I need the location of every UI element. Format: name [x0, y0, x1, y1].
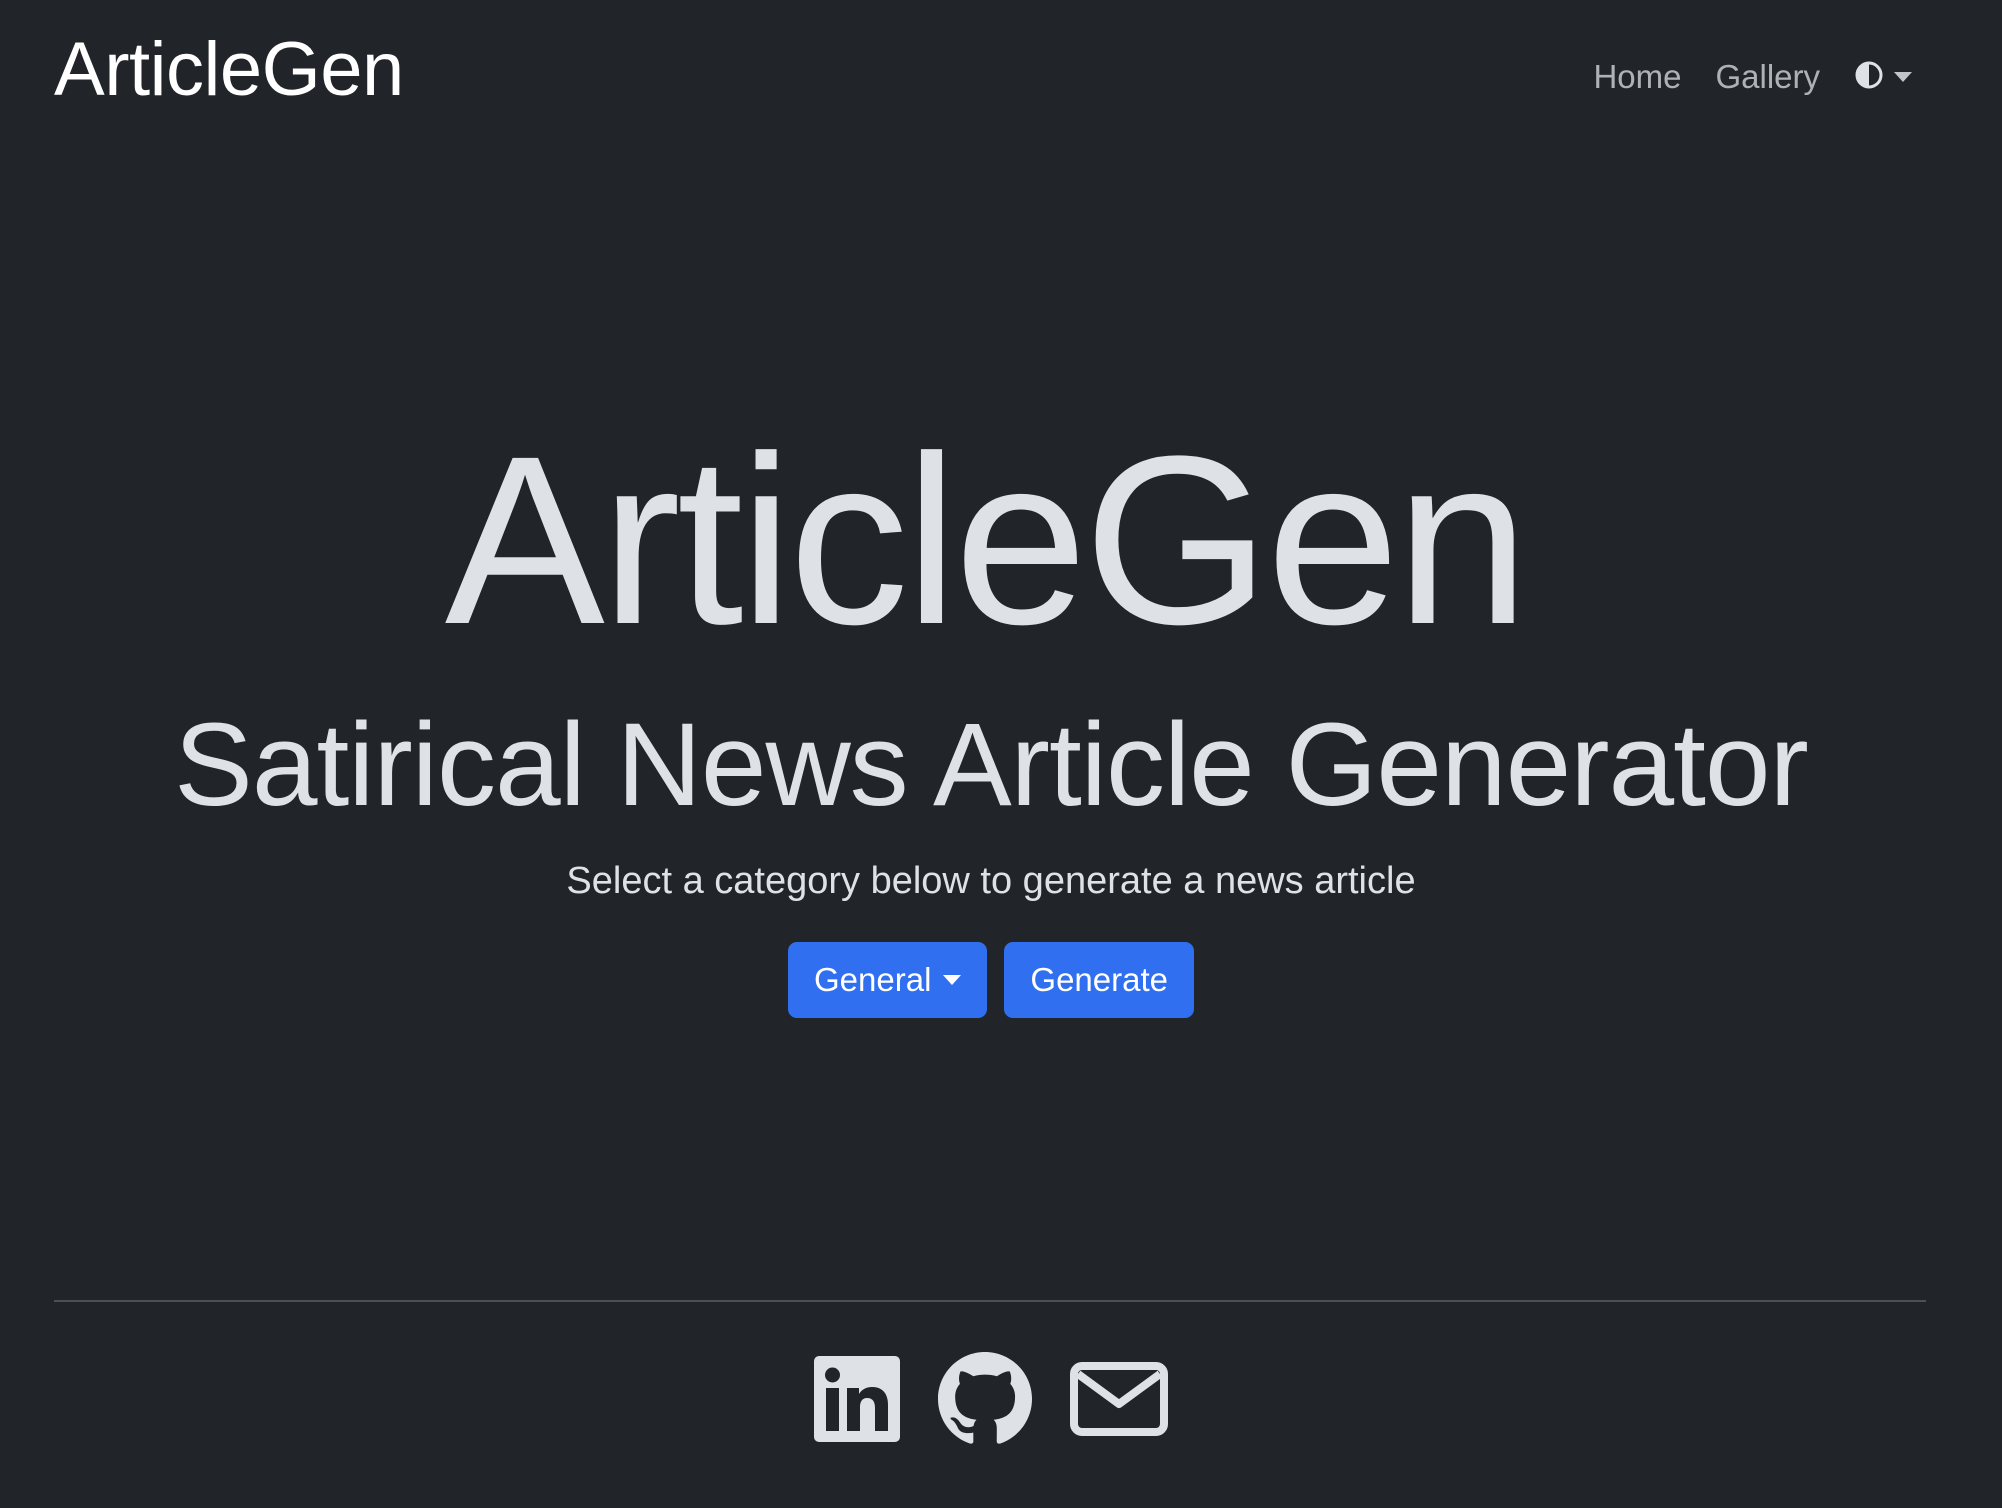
- category-dropdown-label: General: [814, 961, 932, 998]
- hero-title: ArticleGen: [444, 406, 1529, 674]
- generate-button-label: Generate: [1030, 961, 1168, 998]
- theme-toggle-dropdown[interactable]: [1854, 50, 1912, 104]
- generate-button[interactable]: Generate: [1004, 942, 1194, 1018]
- nav-link-gallery[interactable]: Gallery: [1715, 50, 1820, 104]
- envelope-icon[interactable]: [1070, 1362, 1168, 1441]
- hero-lead: Select a category below to generate a ne…: [566, 860, 1416, 902]
- category-dropdown-button[interactable]: General: [788, 942, 988, 1018]
- contrast-icon: [1854, 60, 1884, 95]
- navbar-brand[interactable]: ArticleGen: [54, 24, 404, 116]
- linkedin-icon[interactable]: [814, 1356, 900, 1447]
- github-icon[interactable]: [938, 1352, 1032, 1451]
- navbar: ArticleGen Home Gallery: [0, 0, 2002, 150]
- footer-divider: [54, 1300, 1926, 1302]
- footer-social-links: [0, 1352, 1982, 1451]
- nav-link-home[interactable]: Home: [1593, 50, 1681, 104]
- actions-group: General Generate: [0, 942, 1982, 1018]
- chevron-down-icon: [943, 975, 962, 985]
- hero-subtitle: Satirical News Article Generator: [174, 699, 1809, 831]
- chevron-down-icon: [1894, 72, 1912, 82]
- nav-links: Home Gallery: [1593, 50, 1912, 104]
